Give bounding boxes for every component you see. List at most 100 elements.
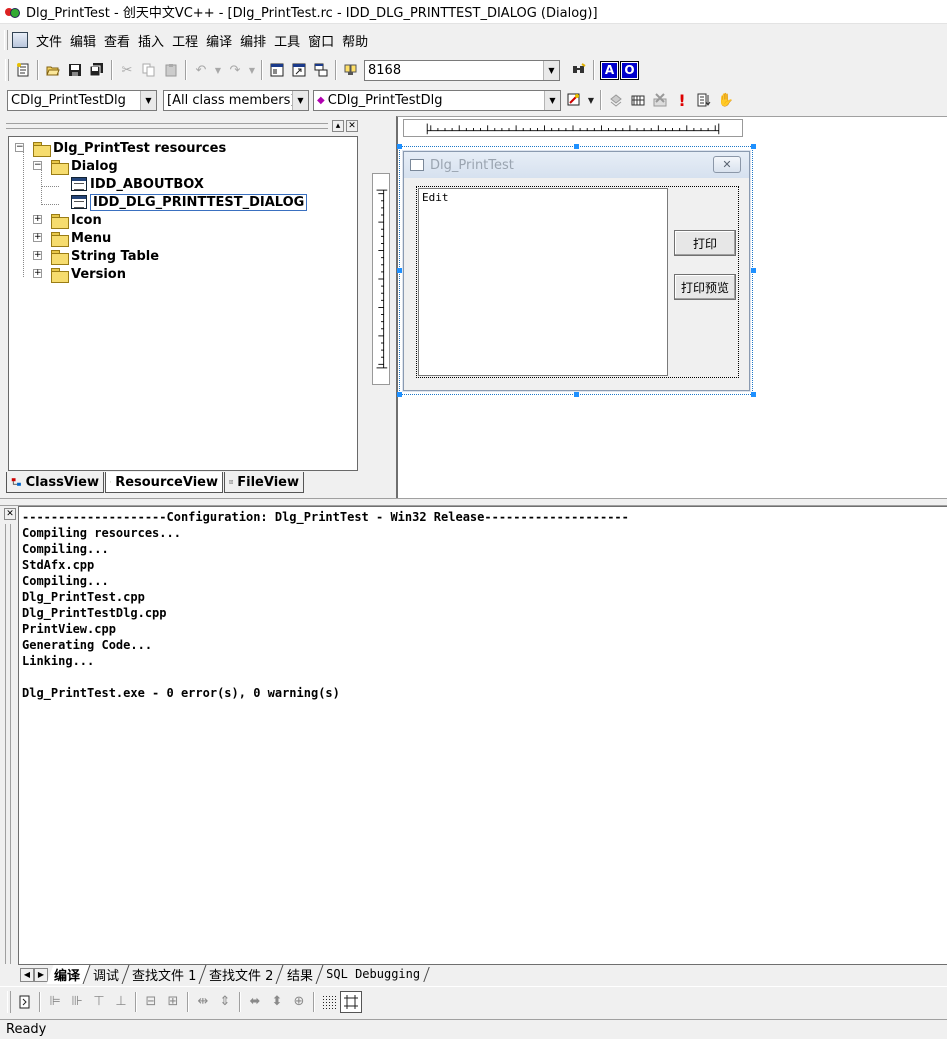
scroll-left-icon[interactable]: ◀ <box>20 967 34 982</box>
tab-build[interactable]: 编译 <box>46 965 91 984</box>
menu-help[interactable]: 帮助 <box>338 29 372 52</box>
make-same-width-icon[interactable]: ⬌ <box>244 991 266 1013</box>
breakpoint-hand-icon[interactable]: ✋ <box>715 89 737 111</box>
tree-folder-string-table[interactable]: + String Table <box>33 247 159 265</box>
copy-icon[interactable] <box>138 59 160 81</box>
menu-window[interactable]: 窗口 <box>304 29 338 52</box>
close-icon[interactable]: ✕ <box>346 120 358 132</box>
chevron-down-icon[interactable]: ▼ <box>544 90 560 110</box>
resize-handle[interactable] <box>751 268 756 273</box>
resize-handle[interactable] <box>397 144 402 149</box>
menu-view[interactable]: 查看 <box>100 29 134 52</box>
dialog-preview[interactable]: Dlg_PrintTest ✕ Edit 打印 打印预览 <box>403 151 750 391</box>
member-combo[interactable]: ◆ CDlg_PrintTestDlg ▼ <box>313 89 561 111</box>
space-across-icon[interactable]: ⇹ <box>192 991 214 1013</box>
tree-folder-icon[interactable]: + Icon <box>33 211 102 229</box>
execute-icon[interactable]: ! <box>671 89 693 111</box>
space-down-icon[interactable]: ⇕ <box>214 991 236 1013</box>
make-same-height-icon[interactable]: ⬍ <box>266 991 288 1013</box>
open-folder-icon[interactable] <box>42 59 64 81</box>
tab-find-in-files-2[interactable]: 查找文件 2 <box>201 965 285 984</box>
tree-folder-dialog[interactable]: − Dialog <box>33 157 118 175</box>
workspace-grip[interactable] <box>6 123 328 129</box>
tree-folder-version[interactable]: + Version <box>33 265 126 283</box>
dialog-caption-bar[interactable]: Dlg_PrintTest <box>404 152 749 178</box>
resize-handle[interactable] <box>397 392 402 397</box>
resize-handle[interactable] <box>574 144 579 149</box>
horizontal-ruler[interactable] <box>403 119 743 137</box>
tab-sql-debugging[interactable]: SQL Debugging <box>319 967 430 982</box>
vertical-ruler[interactable] <box>372 173 390 385</box>
tab-debug[interactable]: 调试 <box>85 965 130 984</box>
print-button[interactable]: 打印 <box>674 230 736 256</box>
collapse-icon[interactable]: − <box>15 143 24 152</box>
close-icon[interactable]: ✕ <box>713 156 741 173</box>
resize-handle[interactable] <box>751 144 756 149</box>
save-all-icon[interactable] <box>86 59 108 81</box>
filter-combo[interactable]: [All class members] ▼ <box>163 89 309 111</box>
output-window-icon[interactable] <box>288 59 310 81</box>
find-icon[interactable] <box>568 59 590 81</box>
redo-dropdown-icon[interactable]: ▼ <box>246 59 258 81</box>
tab-find-in-files-1[interactable]: 查找文件 1 <box>124 965 207 984</box>
resize-handle[interactable] <box>397 268 402 273</box>
test-dialog-icon[interactable] <box>14 991 36 1013</box>
tree-item-main-dialog[interactable]: IDD_DLG_PRINTTEST_DIALOG <box>71 193 308 211</box>
align-left-icon[interactable]: ⊫ <box>44 991 66 1013</box>
align-top-icon[interactable]: ⊤ <box>88 991 110 1013</box>
chevron-down-icon[interactable]: ▼ <box>140 90 156 110</box>
workspace-window-icon[interactable] <box>266 59 288 81</box>
tab-classview[interactable]: ClassView <box>6 472 104 493</box>
tree-item-aboutbox[interactable]: IDD_ABOUTBOX <box>71 175 204 193</box>
center-vertical-icon[interactable]: ⊟ <box>140 991 162 1013</box>
tree-folder-menu[interactable]: + Menu <box>33 229 111 247</box>
scroll-right-icon[interactable]: ▶ <box>34 967 48 982</box>
toggle-grid-icon[interactable] <box>318 991 340 1013</box>
new-text-file-icon[interactable] <box>12 59 34 81</box>
center-horizontal-icon[interactable]: ⊞ <box>162 991 184 1013</box>
stop-build-icon[interactable] <box>649 89 671 111</box>
font-a-icon[interactable]: A <box>600 60 619 80</box>
output-window[interactable]: --------------------Configuration: Dlg_P… <box>18 506 947 964</box>
wizard-action-icon[interactable] <box>563 89 585 111</box>
toolbar-grip[interactable] <box>7 990 11 1013</box>
expand-icon[interactable]: + <box>33 233 42 242</box>
toolbar-grip[interactable] <box>5 59 9 81</box>
menu-file[interactable]: 文件 <box>32 29 66 52</box>
print-preview-button[interactable]: 打印预览 <box>674 274 736 300</box>
document-icon[interactable] <box>12 32 28 48</box>
output-grip-lines[interactable] <box>5 524 11 964</box>
compile-icon[interactable] <box>605 89 627 111</box>
undo-icon[interactable]: ↶ <box>190 59 212 81</box>
restore-icon[interactable]: ▴ <box>332 120 344 132</box>
undo-dropdown-icon[interactable]: ▼ <box>212 59 224 81</box>
menu-insert[interactable]: 插入 <box>134 29 168 52</box>
toggle-guides-icon[interactable] <box>340 990 362 1013</box>
paste-icon[interactable] <box>160 59 182 81</box>
menu-tools[interactable]: 工具 <box>270 29 304 52</box>
menu-edit[interactable]: 编辑 <box>66 29 100 52</box>
chevron-down-icon[interactable]: ▼ <box>292 90 308 110</box>
horizontal-splitter[interactable] <box>0 498 947 506</box>
cut-icon[interactable]: ✂ <box>116 59 138 81</box>
menu-project[interactable]: 工程 <box>168 29 202 52</box>
expand-icon[interactable]: + <box>33 251 42 260</box>
expand-icon[interactable]: + <box>33 215 42 224</box>
edit-control[interactable]: Edit <box>418 188 668 376</box>
tab-results[interactable]: 结果 <box>279 965 324 984</box>
make-same-size-icon[interactable]: ⊕ <box>288 991 310 1013</box>
build-icon[interactable] <box>627 89 649 111</box>
go-icon[interactable] <box>693 89 715 111</box>
font-o-icon[interactable]: O <box>620 60 639 80</box>
redo-icon[interactable]: ↷ <box>224 59 246 81</box>
chevron-down-icon[interactable]: ▼ <box>543 60 559 80</box>
menu-build[interactable]: 编译 <box>202 29 236 52</box>
find-in-files-icon[interactable] <box>340 59 362 81</box>
expand-icon[interactable]: + <box>33 269 42 278</box>
tree-root[interactable]: − Dlg_PrintTest resources <box>15 139 226 157</box>
wizard-dropdown-icon[interactable]: ▼ <box>585 89 597 111</box>
resource-tree[interactable]: − Dlg_PrintTest resources − Dialog IDD_A… <box>8 136 358 471</box>
resize-handle[interactable] <box>751 392 756 397</box>
tab-resourceview[interactable]: ResourceView <box>105 472 223 493</box>
menu-layout[interactable]: 编排 <box>236 29 270 52</box>
